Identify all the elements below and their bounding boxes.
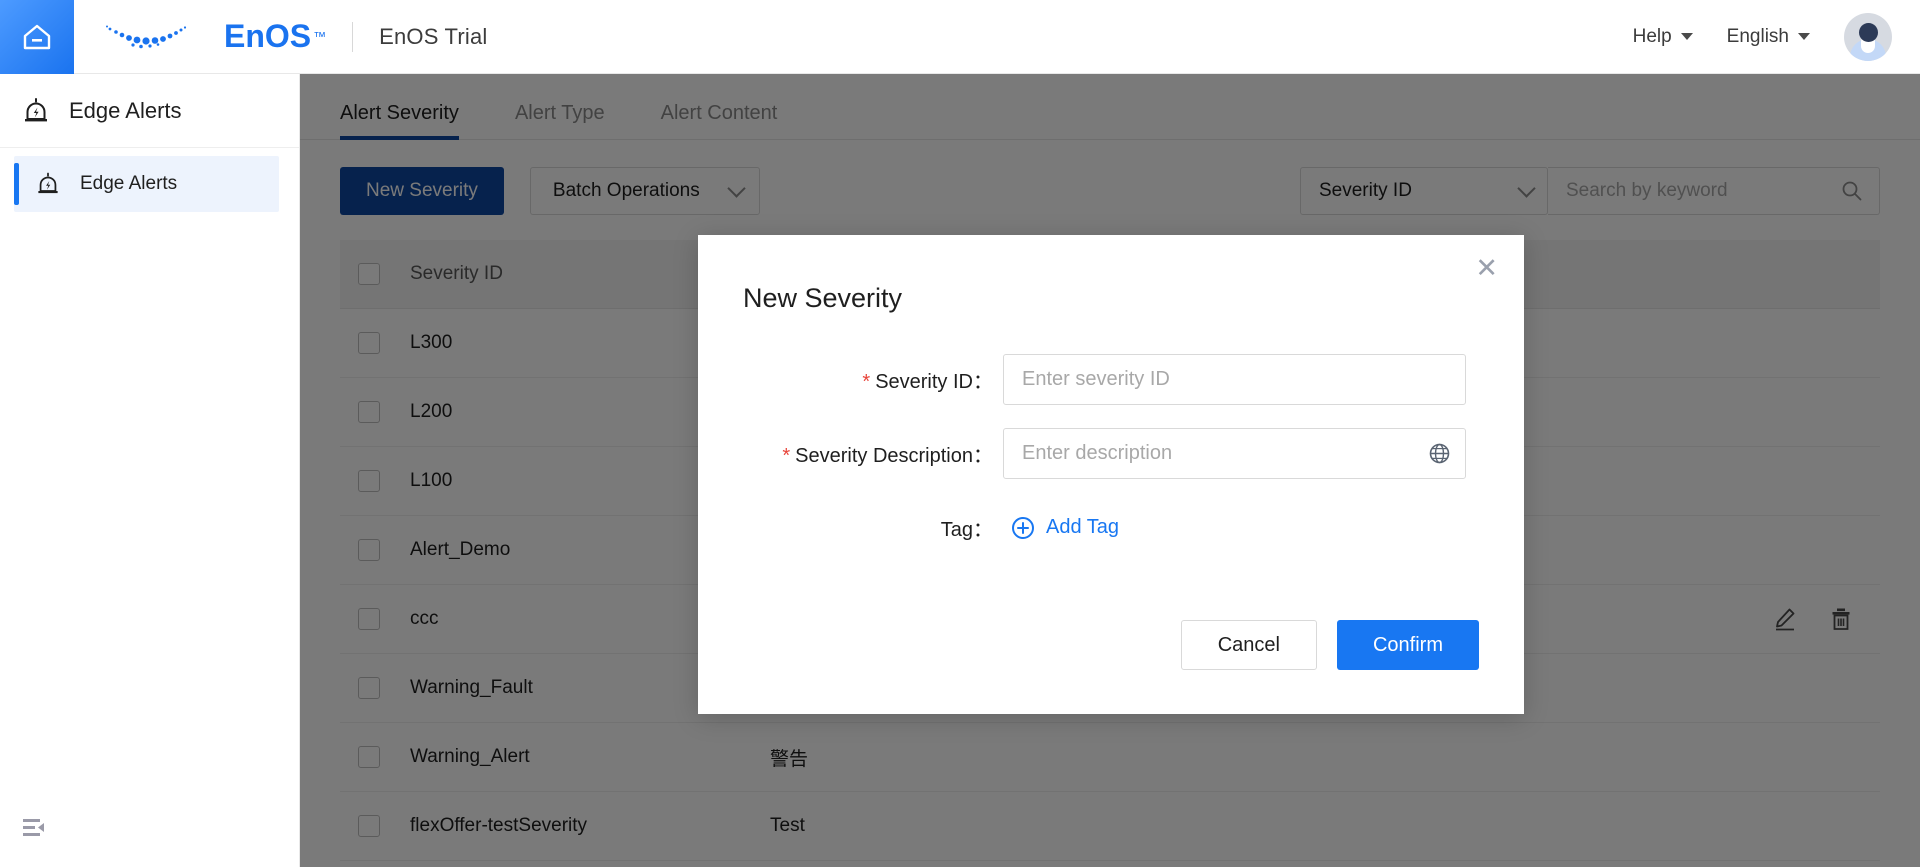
label-colon: ： — [973, 519, 993, 541]
sidebar-items: Edge Alerts — [0, 148, 299, 212]
modal-footer: Cancel Confirm — [1180, 620, 1479, 670]
modal-body: *Severity ID： *Severity Description： — [698, 314, 1524, 542]
form-row-severity-description: * Severity Description： — [743, 428, 1479, 479]
help-label: Help — [1632, 25, 1672, 47]
label-colon: ： — [973, 445, 993, 467]
chevron-down-icon — [1680, 33, 1693, 40]
form-row-severity-id: * Severity ID： — [743, 354, 1479, 405]
field-severity-description — [1003, 428, 1466, 479]
header-actions: Help English — [1633, 12, 1920, 61]
sidebar-section-title: Edge Alerts — [69, 97, 182, 123]
label-severity-id: * Severity ID： — [743, 365, 1003, 394]
label-severity-description-text: Severity Description — [795, 445, 973, 467]
home-button[interactable] — [0, 0, 74, 74]
label-tag: Tag： — [743, 513, 1003, 542]
modal-title: New Severity — [743, 283, 903, 313]
severity-id-input[interactable] — [1022, 368, 1451, 391]
brand: EnOS ™ EnOS Trial — [74, 17, 488, 57]
sidebar-item-edge-alerts[interactable]: Edge Alerts — [14, 156, 279, 212]
home-icon — [23, 24, 51, 49]
label-colon: ： — [973, 371, 993, 393]
enos-swoosh-icon — [106, 25, 187, 48]
add-tag-label: Add Tag — [1046, 516, 1120, 538]
collapse-sidebar-button[interactable] — [22, 816, 50, 845]
sidebar-item-label: Edge Alerts — [80, 173, 178, 194]
field-severity-id — [1003, 354, 1466, 405]
required-asterisk: * — [782, 445, 791, 467]
language-label: English — [1726, 25, 1789, 47]
label-tag-text: Tag — [940, 519, 973, 541]
alert-bell-icon — [25, 97, 47, 121]
severity-description-input[interactable] — [1022, 442, 1428, 465]
app-subtitle: EnOS Trial — [379, 23, 488, 49]
new-severity-modal: ✕ New Severity *Severity ID： *Severity D… — [698, 235, 1524, 714]
help-menu[interactable]: Help — [1633, 26, 1693, 48]
app-header: EnOS ™ EnOS Trial Help English — [0, 0, 1920, 74]
app-root: EnOS ™ EnOS Trial Help English Edge Aler… — [0, 0, 1920, 867]
language-menu[interactable]: English — [1727, 26, 1810, 48]
globe-icon[interactable] — [1428, 442, 1451, 465]
form-row-tag: Tag： Add Tag — [743, 513, 1479, 542]
avatar[interactable] — [1844, 12, 1892, 61]
brand-divider — [352, 21, 354, 52]
collapse-sidebar-icon — [23, 819, 44, 836]
brand-name: EnOS — [224, 18, 312, 54]
confirm-button[interactable]: Confirm — [1336, 620, 1479, 670]
add-tag-button[interactable]: Add Tag — [1003, 516, 1119, 540]
alert-bell-icon — [38, 172, 58, 194]
chevron-down-icon — [1798, 33, 1810, 40]
close-icon[interactable]: ✕ — [1475, 255, 1498, 282]
sidebar-section-header: Edge Alerts — [0, 74, 299, 148]
brand-trademark: ™ — [313, 29, 327, 44]
plus-circle-icon — [1012, 516, 1034, 539]
label-severity-description: * Severity Description： — [743, 439, 1003, 468]
sidebar: Edge Alerts Edge Alerts — [0, 74, 300, 867]
enos-logo[interactable]: EnOS ™ — [102, 17, 326, 57]
required-asterisk: * — [862, 371, 871, 393]
label-severity-id-text: Severity ID — [875, 371, 973, 393]
cancel-button[interactable]: Cancel — [1180, 620, 1317, 670]
avatar-head — [1858, 22, 1878, 42]
